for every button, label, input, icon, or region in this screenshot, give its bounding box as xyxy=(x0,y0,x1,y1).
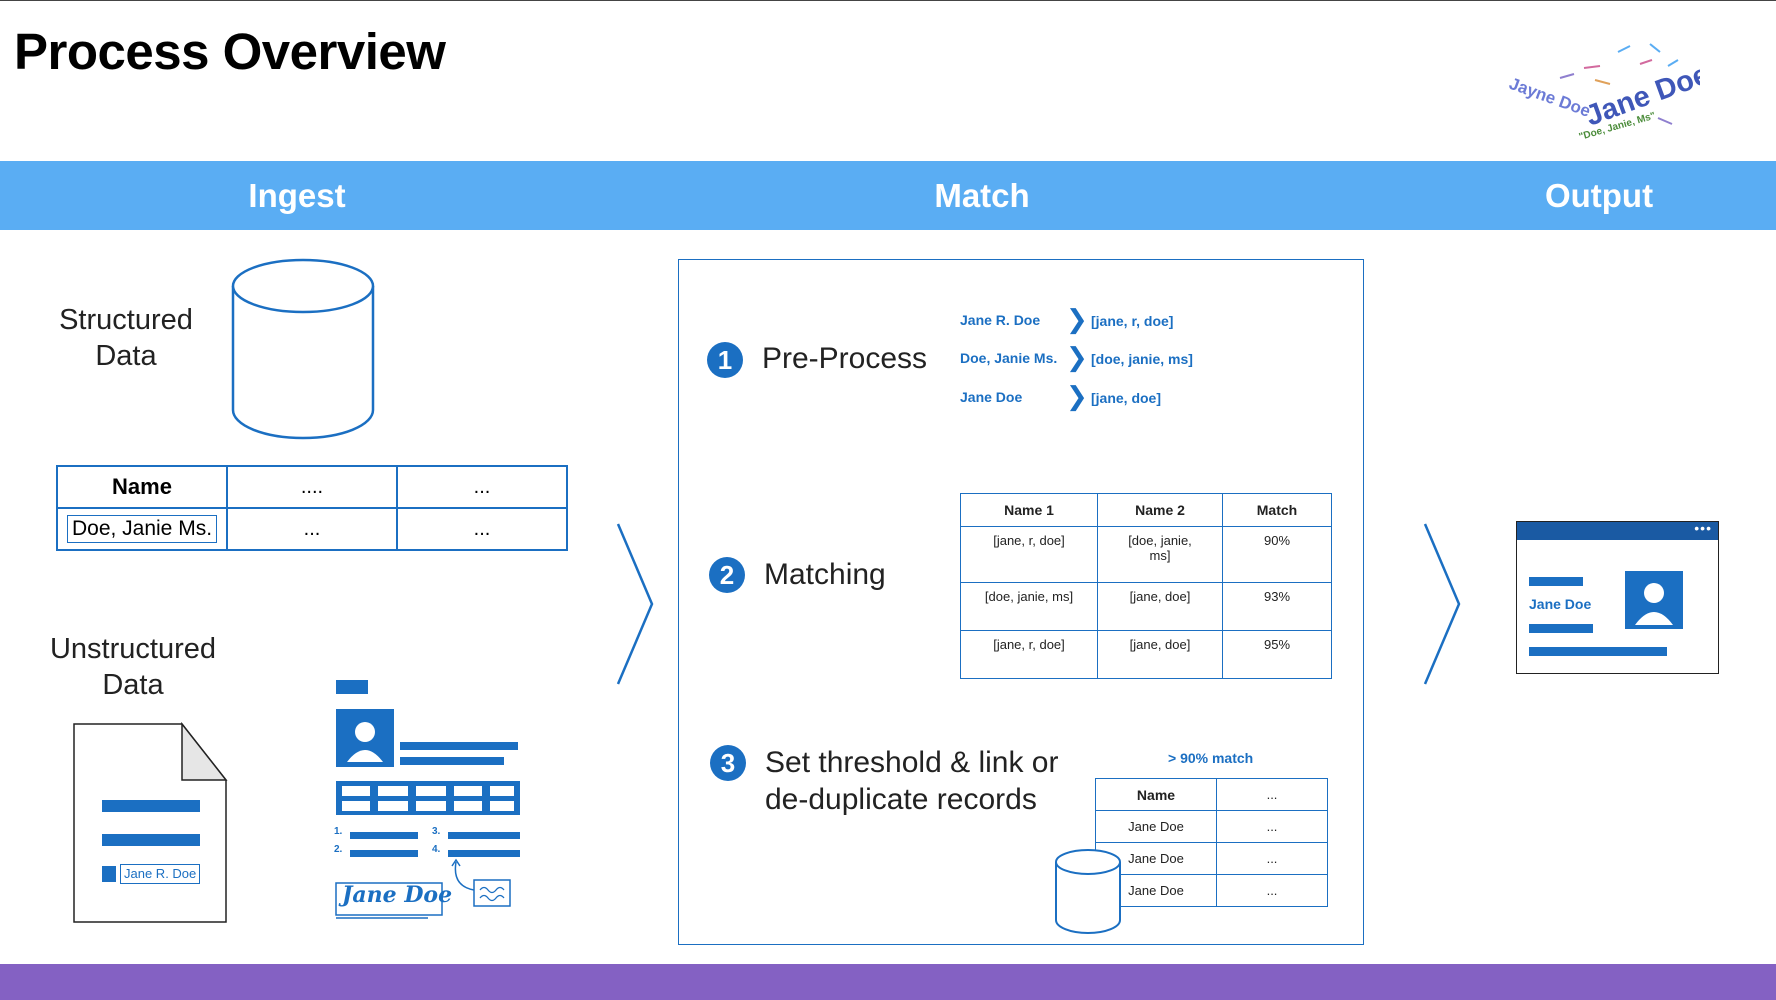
document-icon: Jane R. Doe xyxy=(72,722,232,924)
form-num-4: 4. xyxy=(432,844,441,855)
form-icon: 1. 2. 3. 4. Jane Doe xyxy=(334,680,524,920)
table-cell-name: Doe, Janie Ms. xyxy=(56,507,228,551)
step-3-line-2: de-duplicate records xyxy=(765,783,1037,816)
table-row: Jane Doe ... xyxy=(1095,842,1328,875)
structured-line-2: Data xyxy=(95,340,157,372)
step-1-label: Pre-Process xyxy=(762,342,928,375)
table-row: [doe, janie, ms] [jane, doe] 93% xyxy=(960,582,1332,631)
output-record-card: ••• Jane Doe xyxy=(1516,520,1719,674)
match-cell: [jane, doe] xyxy=(1097,582,1223,631)
preprocess-output: [doe, janie, ms] xyxy=(1091,351,1193,367)
dedupe-header: Name xyxy=(1095,778,1217,811)
card-line xyxy=(1529,624,1593,633)
chevron-right-icon xyxy=(616,522,656,691)
match-header: Name 1 xyxy=(960,493,1098,527)
threshold-label: > 90% match xyxy=(1168,750,1254,766)
match-header: Name 2 xyxy=(1097,493,1223,527)
table-row: [jane, r, doe] [doe, janie, ms] 90% xyxy=(960,526,1332,583)
page-title: Process Overview xyxy=(14,23,446,80)
preprocess-output: [jane, r, doe] xyxy=(1091,313,1174,329)
phase-match: Match xyxy=(934,177,1030,214)
step-3-label: Set threshold & link or de-duplicate rec… xyxy=(765,744,1058,818)
database-icon xyxy=(230,258,376,447)
word-cloud-logo: Jayne Doe Jane Doe "Doe, Janie, Ms" xyxy=(1500,38,1714,148)
step-3-line-1: Set threshold & link or xyxy=(765,746,1059,779)
unstructured-data-label: Unstructured Data xyxy=(38,631,228,703)
preprocess-input: Jane Doe xyxy=(960,389,1023,405)
table-row: Jane Doe ... xyxy=(1095,874,1328,907)
signature-text: Jane Doe xyxy=(342,882,453,908)
phase-band: Ingest Match Output xyxy=(0,161,1776,230)
avatar xyxy=(1625,571,1683,629)
match-cell: [jane, r, doe] xyxy=(960,630,1098,679)
preprocess-input: Jane R. Doe xyxy=(960,312,1041,328)
match-cell: 90% xyxy=(1222,526,1332,583)
form-num-3: 3. xyxy=(432,826,441,837)
table-row: [jane, r, doe] [jane, doe] 95% xyxy=(960,630,1332,679)
form-num-1: 1. xyxy=(334,826,343,837)
chevron-right-icon: ❯ xyxy=(1066,342,1088,372)
dedupe-header: ... xyxy=(1216,778,1328,811)
step-2-badge: 2 xyxy=(709,557,745,593)
match-cell: [doe, janie, ms] xyxy=(1097,526,1223,583)
doc-name-field: Jane R. Doe xyxy=(120,864,201,884)
match-cell: [jane, doe] xyxy=(1097,630,1223,679)
table-header-name: Name xyxy=(56,465,228,509)
match-table: Name 1 Name 2 Match [jane, r, doe] [doe,… xyxy=(960,493,1332,679)
step-2-label: Matching xyxy=(764,558,886,591)
dedupe-cell: ... xyxy=(1216,842,1328,875)
dedupe-cell: Jane Doe xyxy=(1095,810,1217,843)
step-1-badge: 1 xyxy=(707,342,743,378)
match-cell: 93% xyxy=(1222,582,1332,631)
card-title-bar: ••• xyxy=(1517,520,1718,540)
preprocess-input: Doe, Janie Ms. xyxy=(960,350,1058,366)
preprocess-row: Jane Doe ❯ [jane, doe] xyxy=(960,383,1220,411)
dedupe-table: Name ... Jane Doe ... Jane Doe ... Jane … xyxy=(1095,778,1328,907)
preprocess-row: Jane R. Doe ❯ [jane, r, doe] xyxy=(960,306,1220,334)
highlighted-name: Doe, Janie Ms. xyxy=(66,515,218,543)
step-3-badge: 3 xyxy=(710,745,746,781)
preprocess-output: [jane, doe] xyxy=(1091,390,1162,406)
footer-bar xyxy=(0,964,1776,1000)
match-cell: [doe, janie, ms] xyxy=(960,582,1098,631)
match-cell: [jane, r, doe] xyxy=(960,526,1098,583)
match-header: Match xyxy=(1222,493,1332,527)
structured-data-label: Structured Data xyxy=(46,302,206,374)
preprocess-row: Doe, Janie Ms. ❯ [doe, janie, ms] xyxy=(960,344,1220,372)
table-cell-col3: ... xyxy=(396,507,568,551)
phase-output: Output xyxy=(1544,177,1654,214)
small-database-icon xyxy=(1054,848,1122,941)
logo-word-jayne: Jayne Doe xyxy=(1507,74,1593,121)
structured-table: Name .... ... Doe, Janie Ms. ... ... xyxy=(56,465,568,551)
chevron-right-icon xyxy=(1423,522,1463,691)
chevron-right-icon: ❯ xyxy=(1066,381,1088,411)
structured-line-1: Structured xyxy=(59,304,193,336)
card-line xyxy=(1529,577,1583,586)
match-cell: 95% xyxy=(1222,630,1332,679)
table-header-col2: .... xyxy=(226,465,398,509)
more-options-icon: ••• xyxy=(1694,520,1712,536)
dedupe-cell: ... xyxy=(1216,810,1328,843)
table-header-col3: ... xyxy=(396,465,568,509)
dedupe-cell: ... xyxy=(1216,874,1328,907)
card-name: Jane Doe xyxy=(1529,596,1592,612)
unstructured-line-1: Unstructured xyxy=(49,633,216,665)
unstructured-line-2: Data xyxy=(102,669,164,701)
form-num-2: 2. xyxy=(334,844,343,855)
card-line xyxy=(1529,647,1667,656)
chevron-right-icon: ❯ xyxy=(1066,304,1088,334)
top-rule xyxy=(0,0,1776,1)
phase-ingest: Ingest xyxy=(248,177,346,214)
table-cell-col2: ... xyxy=(226,507,398,551)
table-row: Jane Doe ... xyxy=(1095,810,1328,843)
